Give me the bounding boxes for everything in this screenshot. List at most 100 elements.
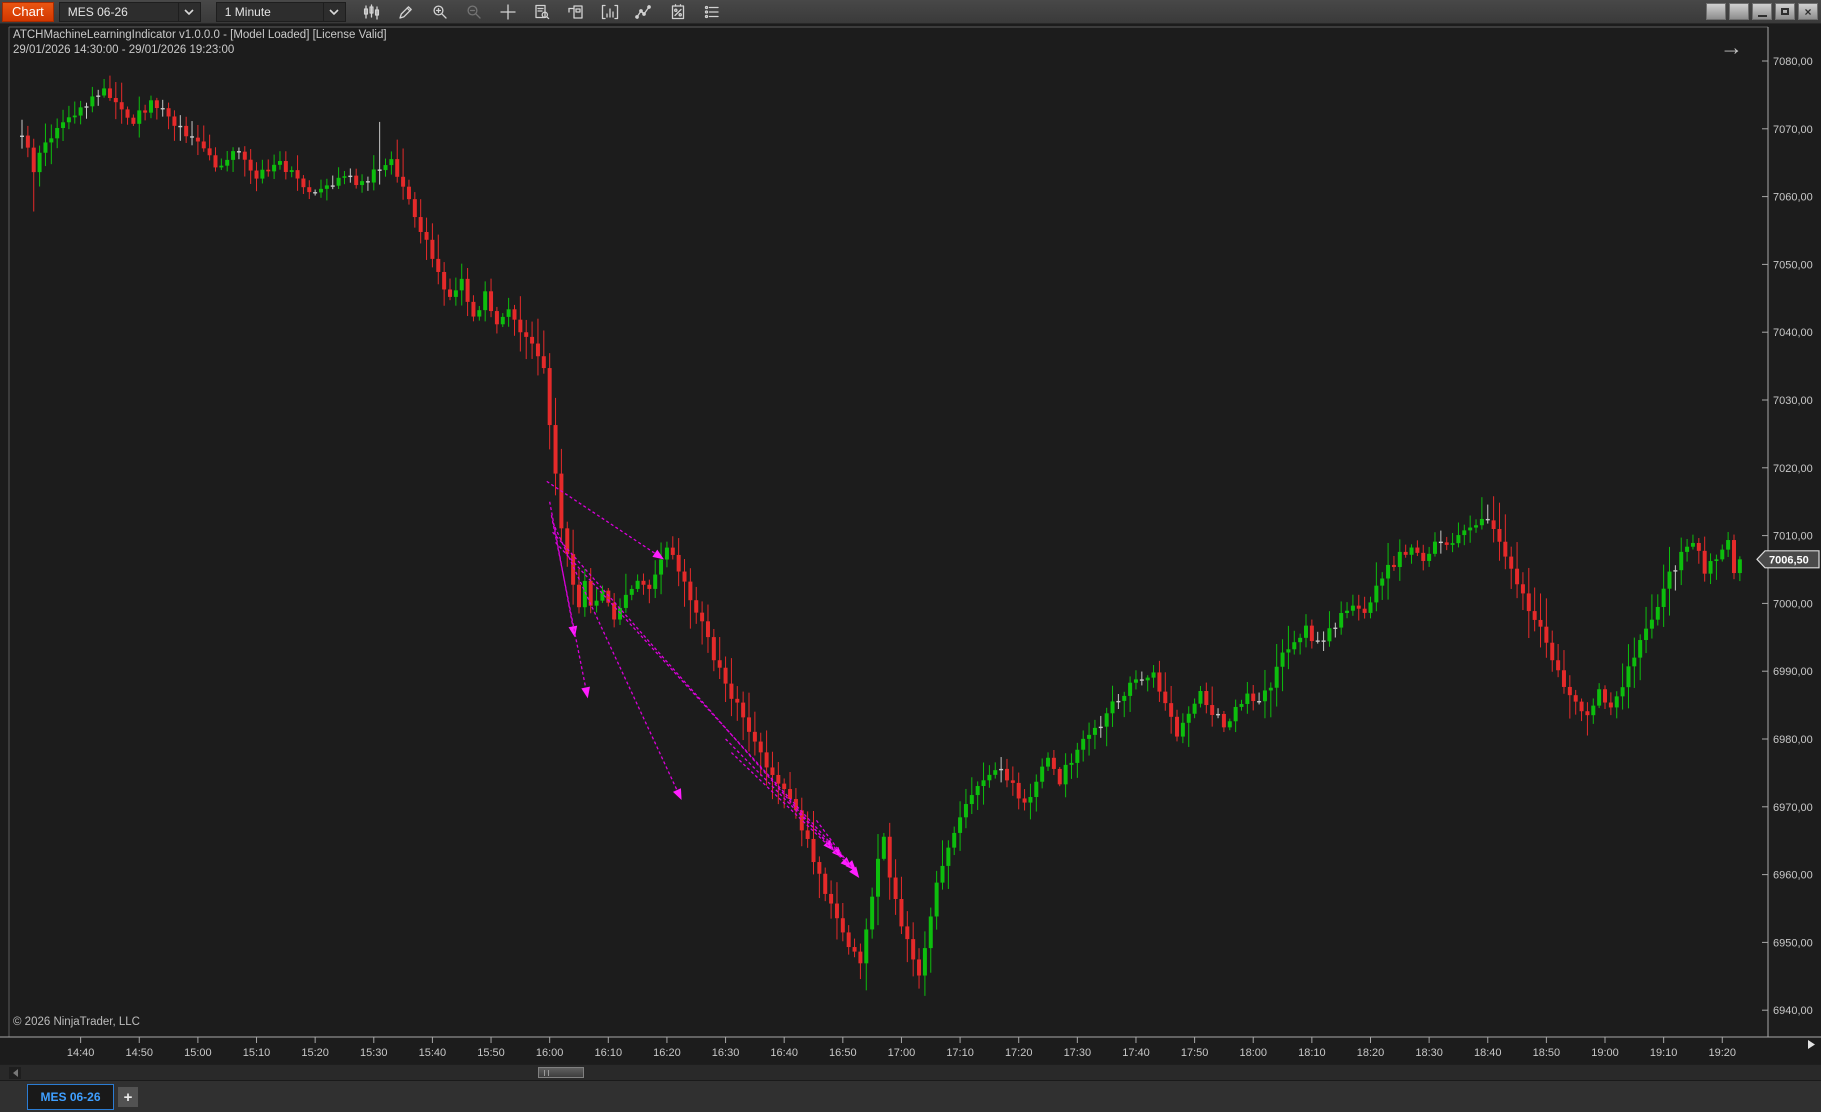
candle-body: [1087, 735, 1091, 739]
candle-body: [1351, 606, 1355, 611]
time-axis-label[interactable]: 15:20: [301, 1047, 329, 1059]
candle-body: [1486, 519, 1490, 520]
candle-body: [1427, 554, 1431, 561]
time-axis-label[interactable]: 17:20: [1005, 1047, 1033, 1059]
candle-body: [765, 752, 769, 767]
chart-style-icon[interactable]: [361, 2, 383, 22]
time-axis-label[interactable]: 16:50: [829, 1047, 857, 1059]
dock-icon[interactable]: [1729, 3, 1749, 20]
candle-body: [448, 289, 452, 296]
price-axis-label[interactable]: 6980,00: [1773, 734, 1813, 746]
price-axis-label[interactable]: 7070,00: [1773, 124, 1813, 136]
candle-body: [999, 769, 1003, 770]
time-axis-label[interactable]: 19:10: [1650, 1047, 1678, 1059]
time-axis-label[interactable]: 18:10: [1298, 1047, 1326, 1059]
time-axis-label[interactable]: 16:30: [712, 1047, 740, 1059]
lines-icon[interactable]: [633, 2, 655, 22]
price-axis-label[interactable]: 6960,00: [1773, 870, 1813, 882]
indicators-icon[interactable]: [599, 2, 621, 22]
time-axis-label[interactable]: 18:00: [1239, 1047, 1267, 1059]
candle-body: [1656, 607, 1660, 620]
price-axis-label[interactable]: 6950,00: [1773, 937, 1813, 949]
time-axis-label[interactable]: 15:10: [243, 1047, 271, 1059]
candle-body: [1585, 711, 1589, 715]
price-axis-label[interactable]: 7030,00: [1773, 395, 1813, 407]
price-axis-label[interactable]: 7050,00: [1773, 259, 1813, 271]
time-axis-label[interactable]: 17:10: [946, 1047, 974, 1059]
time-axis-label[interactable]: 18:40: [1474, 1047, 1502, 1059]
price-axis-label[interactable]: 7000,00: [1773, 598, 1813, 610]
instrument-dropdown[interactable]: MES 06-26: [59, 2, 201, 22]
price-axis-label[interactable]: 7060,00: [1773, 192, 1813, 204]
candle-body: [1011, 780, 1015, 783]
tab-bar: MES 06-26 +: [0, 1080, 1821, 1112]
candle-body: [1638, 640, 1642, 658]
candle-body: [1064, 765, 1068, 784]
minimize-button[interactable]: [1752, 3, 1772, 20]
candle-body: [243, 152, 247, 160]
time-axis-label[interactable]: 15:00: [184, 1047, 212, 1059]
time-axis-label[interactable]: 16:00: [536, 1047, 564, 1059]
candle-body: [1105, 713, 1109, 726]
candle-body: [853, 947, 857, 952]
scroll-left-button[interactable]: [9, 1067, 21, 1079]
crosshair-icon[interactable]: [497, 2, 519, 22]
scrollbar-thumb[interactable]: [538, 1067, 584, 1078]
price-axis-label[interactable]: 7020,00: [1773, 463, 1813, 475]
price-axis-label[interactable]: 7040,00: [1773, 327, 1813, 339]
maximize-button[interactable]: [1775, 3, 1795, 20]
time-axis-label[interactable]: 14:40: [67, 1047, 95, 1059]
candle-body: [788, 789, 792, 799]
candle-body: [1621, 687, 1625, 696]
time-axis-label[interactable]: 19:00: [1591, 1047, 1619, 1059]
close-button[interactable]: ×: [1798, 3, 1818, 20]
time-axis-label[interactable]: 17:50: [1181, 1047, 1209, 1059]
float-icon[interactable]: [1706, 3, 1726, 20]
drawing-tools-icon[interactable]: [395, 2, 417, 22]
price-axis-label[interactable]: 6970,00: [1773, 802, 1813, 814]
price-axis-label[interactable]: 6990,00: [1773, 666, 1813, 678]
candle-body: [888, 837, 892, 878]
time-axis-label[interactable]: 14:50: [125, 1047, 153, 1059]
autoscroll-arrow-icon[interactable]: →: [1720, 34, 1743, 60]
time-axis-label[interactable]: 18:30: [1415, 1047, 1443, 1059]
candle-body: [595, 601, 599, 606]
time-axis-label[interactable]: 15:50: [477, 1047, 505, 1059]
chevron-down-icon[interactable]: [178, 3, 200, 21]
tab-mes-06-26[interactable]: MES 06-26: [27, 1084, 114, 1110]
horizontal-scrollbar[interactable]: [0, 1064, 1821, 1080]
candle-body: [278, 161, 282, 165]
zoom-in-icon[interactable]: [429, 2, 451, 22]
candle-body: [1152, 672, 1156, 677]
strategies-icon[interactable]: [667, 2, 689, 22]
time-axis-label[interactable]: 16:20: [653, 1047, 681, 1059]
time-axis-label[interactable]: 17:30: [1064, 1047, 1092, 1059]
candle-body: [683, 572, 687, 582]
interval-dropdown[interactable]: 1 Minute: [216, 2, 346, 22]
candle-body: [1251, 694, 1255, 701]
axis-nav-right-icon[interactable]: [1808, 1040, 1815, 1049]
price-axis-label[interactable]: 7080,00: [1773, 56, 1813, 68]
price-axis-label[interactable]: 6940,00: [1773, 1005, 1813, 1017]
chart-trader-icon[interactable]: [565, 2, 587, 22]
add-tab-button[interactable]: +: [118, 1087, 138, 1107]
time-axis-label[interactable]: 16:40: [770, 1047, 798, 1059]
candlestick-chart-canvas[interactable]: 7080,00 7070,00 7060,00 7050,00 7040,00 7030,…: [0, 24, 1821, 1064]
chevron-down-icon[interactable]: [323, 3, 345, 21]
candle-body: [161, 108, 165, 109]
time-axis-label[interactable]: 17:00: [888, 1047, 916, 1059]
data-box-icon[interactable]: [531, 2, 553, 22]
time-axis-label[interactable]: 18:20: [1357, 1047, 1385, 1059]
time-axis-label[interactable]: 19:20: [1709, 1047, 1737, 1059]
zoom-out-icon[interactable]: [463, 2, 485, 22]
candle-body: [1380, 578, 1384, 585]
price-axis-label[interactable]: 7010,00: [1773, 531, 1813, 543]
time-axis-label[interactable]: 15:40: [419, 1047, 447, 1059]
time-axis-label[interactable]: 16:10: [595, 1047, 623, 1059]
time-axis-label[interactable]: 15:30: [360, 1047, 388, 1059]
time-axis-label[interactable]: 18:50: [1533, 1047, 1561, 1059]
chart-menu-button[interactable]: Chart: [2, 2, 54, 22]
candle-body: [313, 192, 317, 193]
time-axis-label[interactable]: 17:40: [1122, 1047, 1150, 1059]
properties-icon[interactable]: [701, 2, 723, 22]
